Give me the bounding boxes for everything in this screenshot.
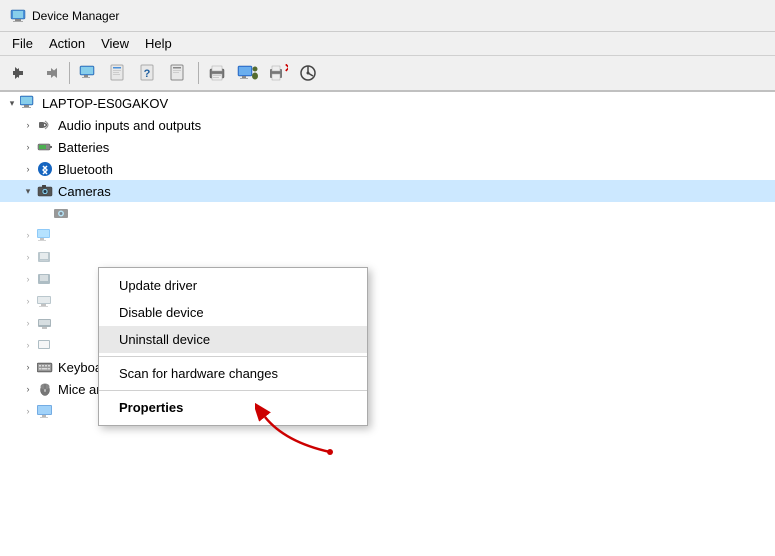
toolbar: ? <box>0 56 775 92</box>
forward-button[interactable] <box>36 59 64 87</box>
dev2-icon <box>36 248 54 266</box>
menu-help[interactable]: Help <box>137 34 180 53</box>
title-bar: Device Manager <box>0 0 775 32</box>
tree-root-item[interactable]: ▾ LAPTOP-ES0GAKOV <box>0 92 775 114</box>
batteries-label: Batteries <box>58 140 109 155</box>
ctx-disable-device[interactable]: Disable device <box>99 299 367 326</box>
menu-file[interactable]: File <box>4 34 41 53</box>
dev6-icon <box>36 336 54 354</box>
expand-bluetooth[interactable]: › <box>20 161 36 177</box>
ctx-uninstall-device[interactable]: Uninstall device <box>99 326 367 353</box>
remove-device-button[interactable]: ✕ <box>264 59 292 87</box>
monitor-icon2 <box>36 402 54 420</box>
back-button[interactable] <box>6 59 34 87</box>
tree-item-dev1[interactable]: › <box>0 224 775 246</box>
cameras-label: Cameras <box>58 184 111 199</box>
expand-root[interactable]: ▾ <box>4 95 20 111</box>
expand-audio[interactable]: › <box>20 117 36 133</box>
context-menu: Update driver Disable device Uninstall d… <box>98 267 368 426</box>
properties-icon[interactable] <box>165 59 193 87</box>
expand-keyboards[interactable]: › <box>20 359 36 375</box>
print-icon[interactable] <box>204 59 232 87</box>
expand-sub1[interactable] <box>36 205 52 221</box>
ctx-update-driver[interactable]: Update driver <box>99 272 367 299</box>
battery-icon <box>36 138 54 156</box>
tree-item-bluetooth[interactable]: › Bluetooth <box>0 158 775 180</box>
main-area: ▾ LAPTOP-ES0GAKOV › Audio <box>0 92 775 556</box>
device-props-icon[interactable] <box>105 59 133 87</box>
toolbar-separator-1 <box>69 62 70 84</box>
help-button[interactable]: ? <box>135 59 163 87</box>
svg-text:✕: ✕ <box>284 64 288 75</box>
ctx-separator-1 <box>99 356 367 357</box>
ctx-separator-2 <box>99 390 367 391</box>
svg-text:?: ? <box>144 68 151 80</box>
camera-icon <box>36 182 54 200</box>
computer-icon <box>20 94 38 112</box>
tree-item-batteries[interactable]: › Batteries <box>0 136 775 158</box>
scan-changes-button[interactable] <box>294 59 322 87</box>
expand-cameras[interactable]: ▾ <box>20 183 36 199</box>
root-label: LAPTOP-ES0GAKOV <box>42 96 168 111</box>
audio-label: Audio inputs and outputs <box>58 118 201 133</box>
title-bar-icon <box>10 8 26 24</box>
ctx-properties[interactable]: Properties <box>99 394 367 421</box>
expand-dev2[interactable]: › <box>20 249 36 265</box>
ctx-scan-hardware[interactable]: Scan for hardware changes <box>99 360 367 387</box>
expand-batteries[interactable]: › <box>20 139 36 155</box>
menu-view[interactable]: View <box>93 34 137 53</box>
tree-item-camera-sub1[interactable] <box>0 202 775 224</box>
dev3-icon <box>36 270 54 288</box>
tree-item-cameras[interactable]: ▾ Cameras <box>0 180 775 202</box>
expand-dev6[interactable]: › <box>20 337 36 353</box>
dev1-icon <box>36 226 54 244</box>
monitor-toolbar-icon[interactable] <box>234 59 262 87</box>
tree-panel: ▾ LAPTOP-ES0GAKOV › Audio <box>0 92 775 556</box>
dev4-icon <box>36 292 54 310</box>
device-manager-toolbar-icon[interactable] <box>75 59 103 87</box>
expand-dev5[interactable]: › <box>20 315 36 331</box>
dev5-icon <box>36 314 54 332</box>
audio-icon <box>36 116 54 134</box>
menu-bar: File Action View Help <box>0 32 775 56</box>
expand-dev4[interactable]: › <box>20 293 36 309</box>
expand-monitor[interactable]: › <box>20 403 36 419</box>
mouse-icon <box>36 380 54 398</box>
expand-dev3[interactable]: › <box>20 271 36 287</box>
bluetooth-label: Bluetooth <box>58 162 113 177</box>
bluetooth-icon <box>36 160 54 178</box>
menu-action[interactable]: Action <box>41 34 93 53</box>
expand-mice[interactable]: › <box>20 381 36 397</box>
tree-item-dev2[interactable]: › <box>0 246 775 268</box>
toolbar-separator-2 <box>198 62 199 84</box>
tree-item-audio[interactable]: › Audio inputs and outputs <box>0 114 775 136</box>
camera-sub-icon <box>52 204 70 222</box>
title-bar-title: Device Manager <box>32 9 119 23</box>
keyboard-icon <box>36 358 54 376</box>
expand-dev1[interactable]: › <box>20 227 36 243</box>
